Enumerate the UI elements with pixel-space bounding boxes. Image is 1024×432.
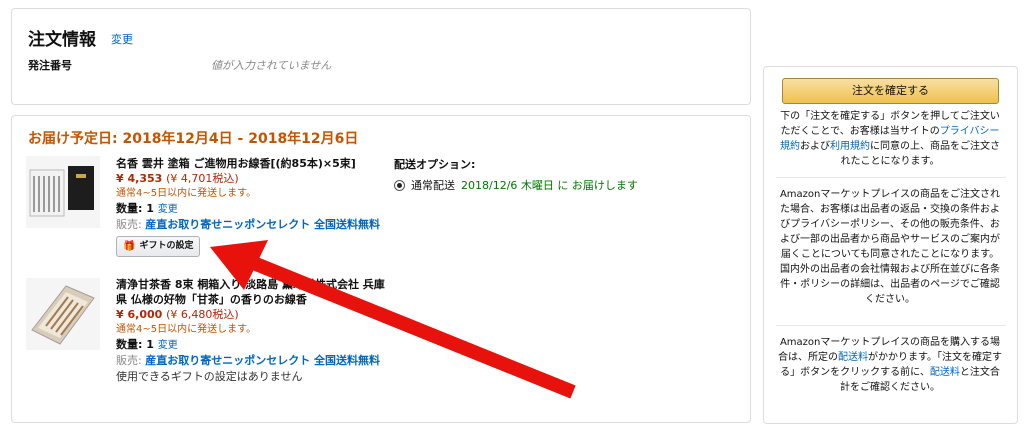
cart-item-2: 清浄甘茶香 8束 桐箱入り 淡路島 薫寿堂株式会社 兵庫県 仏様の好物「甘茶」の… xyxy=(116,277,386,384)
delivery-options-title: 配送オプション: xyxy=(394,158,476,171)
gift-settings-button[interactable]: 🎁 ギフトの設定 xyxy=(116,236,201,257)
product-image-2[interactable] xyxy=(26,278,100,350)
order-info-panel: 注文情報 変更 発注番号 値が入力されていません xyxy=(11,8,751,105)
order-summary-sidebar: 注文を確定する 下の「注文を確定する」ボタンを押してご注文いただくことで、お客様… xyxy=(763,66,1018,424)
place-order-button[interactable]: 注文を確定する xyxy=(782,78,999,104)
seller-link[interactable]: 産直お取り寄せニッポンセレクト 全国送料無料 xyxy=(145,218,380,231)
order-info-title: 注文情報 xyxy=(28,30,96,50)
item-ship-note: 通常4~5日以内に発送します。 xyxy=(116,188,257,199)
item-quantity: 数量: 1 変更 xyxy=(116,202,178,215)
marketplace-notice: Amazonマーケットプレイスの商品をご注文された場合、お客様は出品者の返品・交… xyxy=(779,189,1001,305)
delivery-panel: お届け予定日: 2018年12月4日 - 2018年12月6日 名香 雲井 塗箱… xyxy=(11,115,751,423)
po-number-value[interactable]: 値が入力されていません xyxy=(211,57,331,73)
product-image-1[interactable] xyxy=(26,156,100,228)
seller-link[interactable]: 産直お取り寄せニッポンセレクト 全国送料無料 xyxy=(145,354,380,367)
shipping-notice: Amazonマーケットプレイスの商品を購入する場合は、所定の配送料がかかります。… xyxy=(778,337,1002,393)
quantity-change-link[interactable]: 変更 xyxy=(158,340,178,351)
shipping-fee-link[interactable]: 配送料 xyxy=(930,367,960,378)
incense-box-image xyxy=(29,166,94,217)
terms-notice: 下の「注文を確定する」ボタンを押してご注文いただくことで、お客様は当サイトのプラ… xyxy=(780,111,1000,167)
item-seller: 販売: 産直お取り寄せニッポンセレクト 全国送料無料 xyxy=(116,354,381,367)
order-info-change-link[interactable]: 変更 xyxy=(111,31,133,47)
item-seller: 販売: 産直お取り寄せニッポンセレクト 全国送料無料 xyxy=(116,218,381,231)
item-price: ¥ 6,000 (¥ 6,480税込) xyxy=(116,308,239,321)
item-price: ¥ 4,353 (¥ 4,701税込) xyxy=(116,172,239,185)
divider xyxy=(776,325,1006,326)
terms-link[interactable]: 利用規約 xyxy=(830,141,870,152)
item-name[interactable]: 名香 雲井 塗箱 ご進物用お線香[(約85本)×5束] xyxy=(116,156,386,171)
delivery-date-header: お届け予定日: 2018年12月4日 - 2018年12月6日 xyxy=(28,131,359,147)
item-ship-note: 通常4~5日以内に発送します。 xyxy=(116,324,257,335)
no-gift-note: 使用できるギフトの設定はありません xyxy=(116,370,303,383)
delivery-options: 配送オプション: 通常配送 2018/12/6 木曜日 に お届けします xyxy=(394,156,638,193)
po-number-label: 発注番号 xyxy=(28,59,72,72)
shipping-fee-link[interactable]: 配送料 xyxy=(838,352,868,363)
item-name[interactable]: 清浄甘茶香 8束 桐箱入り 淡路島 薫寿堂株式会社 兵庫県 仏様の好物「甘茶」の… xyxy=(116,277,386,307)
gift-icon: 🎁 xyxy=(123,241,136,252)
cart-item-1: 名香 雲井 塗箱 ご進物用お線香[(約85本)×5束] ¥ 4,353 (¥ 4… xyxy=(116,156,386,257)
incense-box-image xyxy=(31,285,95,345)
item-quantity: 数量: 1 変更 xyxy=(116,338,178,351)
divider xyxy=(776,177,1006,178)
quantity-change-link[interactable]: 変更 xyxy=(158,204,178,215)
delivery-option-date: 2018/12/6 木曜日 に お届けします xyxy=(461,179,638,192)
delivery-option-label: 通常配送 xyxy=(411,179,455,192)
radio-selected-icon[interactable] xyxy=(394,179,405,191)
delivery-option-standard[interactable]: 通常配送 2018/12/6 木曜日 に お届けします xyxy=(394,177,638,193)
